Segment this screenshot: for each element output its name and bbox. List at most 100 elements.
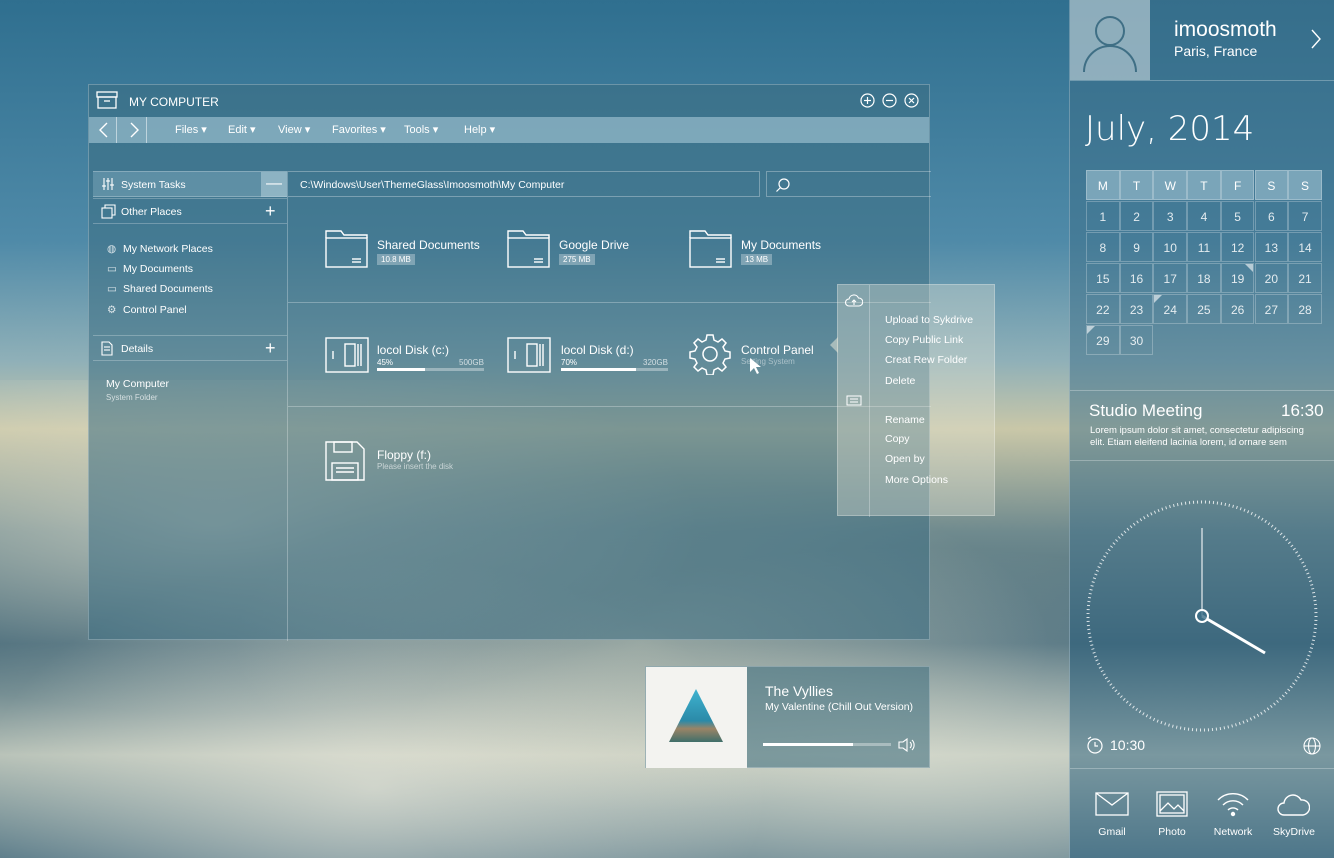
title-bar[interactable]: MY COMPUTER	[89, 85, 929, 117]
sidebar-item-network[interactable]: ◍ My Network Places	[107, 243, 213, 255]
other-places-header[interactable]: Other Places +	[93, 198, 287, 224]
calendar-date[interactable]: 27	[1254, 294, 1289, 324]
music-progress[interactable]	[763, 743, 891, 746]
cloud-upload-icon	[845, 294, 863, 308]
context-menu: Upload to Sykdrive Copy Public Link Crea…	[830, 284, 995, 517]
calendar-date[interactable]: 2	[1119, 201, 1154, 231]
menu-item-delete[interactable]: Delete	[885, 375, 915, 387]
other-places-label: Other Places	[121, 206, 182, 218]
menu-item-new-folder[interactable]: Creat Rew Folder	[885, 354, 967, 366]
side-panel: imoosmoth Paris, France July, 2014 MTWTF…	[1069, 0, 1334, 858]
calendar-date[interactable]: 28	[1288, 294, 1322, 324]
sidebar-item-control-panel[interactable]: ⚙ Control Panel	[107, 304, 187, 316]
calendar-date[interactable]: 19	[1220, 263, 1255, 293]
calendar-date[interactable]: 11	[1187, 232, 1221, 262]
menu-view[interactable]: View ▾	[278, 123, 310, 136]
alarm-icon	[1086, 736, 1104, 754]
menu-pointer	[830, 337, 838, 353]
calendar-date[interactable]: 20	[1254, 263, 1289, 293]
calendar-date[interactable]: 9	[1119, 232, 1154, 262]
menu-item-copy-link[interactable]: Copy Public Link	[885, 334, 963, 346]
floppy-item[interactable]: Floppy (f:) Please insert the disk	[325, 441, 453, 481]
cursor-icon	[749, 357, 763, 375]
menu-item-upload[interactable]: Upload to Sykdrive	[885, 314, 973, 326]
avatar[interactable]	[1070, 0, 1150, 80]
local-disk-c-item[interactable]: locol Disk (c:) 45% 500GB	[325, 337, 484, 373]
calendar-date[interactable]: 17	[1153, 263, 1188, 293]
calendar-date[interactable]: 12	[1220, 232, 1255, 262]
calendar-date[interactable]: 25	[1187, 294, 1221, 324]
calendar-date[interactable]: 5	[1220, 201, 1255, 231]
expand-icon[interactable]: +	[265, 201, 276, 222]
details-header[interactable]: Details +	[93, 335, 287, 361]
calendar-day-header: M	[1086, 170, 1120, 200]
sidebar-item-shared-documents[interactable]: ▭ Shared Documents	[107, 283, 213, 295]
event-marker	[1087, 326, 1095, 334]
menu-help[interactable]: Help ▾	[464, 123, 495, 136]
mail-icon[interactable]	[1095, 792, 1129, 816]
back-button[interactable]	[91, 117, 117, 143]
menu-files[interactable]: Files ▾	[175, 123, 207, 136]
calendar-date[interactable]: 1	[1086, 201, 1120, 231]
menu-item-more-options[interactable]: More Options	[885, 474, 948, 486]
menu-favorites[interactable]: Favorites ▾	[332, 123, 386, 136]
system-tasks-label: System Tasks	[121, 179, 186, 191]
forward-button[interactable]	[121, 117, 147, 143]
calendar-date[interactable]: 18	[1187, 263, 1221, 293]
event-title: Studio Meeting	[1089, 401, 1203, 420]
menu-item-open-by[interactable]: Open by	[885, 453, 925, 465]
calendar-date[interactable]: 26	[1220, 294, 1255, 324]
calendar-date[interactable]: 23	[1119, 294, 1154, 324]
calendar-month: July, 2014	[1085, 109, 1255, 149]
wifi-icon[interactable]	[1216, 790, 1250, 818]
chevron-right-icon[interactable]	[1310, 28, 1322, 50]
address-bar[interactable]: C:\Windows\User\ThemeGlass\Imoosmoth\My …	[288, 171, 760, 197]
menu-tools[interactable]: Tools ▾	[404, 123, 438, 136]
search-input[interactable]	[766, 171, 931, 197]
calendar-date[interactable]: 6	[1254, 201, 1289, 231]
calendar-date[interactable]: 10	[1153, 232, 1188, 262]
volume-icon[interactable]	[898, 738, 916, 752]
close-icon[interactable]	[904, 93, 919, 108]
disk-used: 45%	[377, 358, 394, 367]
calendar-date[interactable]: 21	[1288, 263, 1322, 293]
calendar-date[interactable]: 13	[1254, 232, 1289, 262]
menu-item-copy[interactable]: Copy	[885, 433, 910, 445]
calendar-date[interactable]: 7	[1288, 201, 1322, 231]
sidebar-item-my-documents[interactable]: ▭ My Documents	[107, 263, 193, 275]
item-name: Floppy (f:)	[377, 448, 432, 462]
item-name: Control Panel	[741, 343, 814, 357]
disk-used: 70%	[561, 358, 578, 367]
album-art[interactable]	[646, 667, 747, 768]
calendar-date[interactable]: 15	[1086, 263, 1120, 293]
cloud-icon[interactable]	[1276, 791, 1310, 817]
calendar-date[interactable]: 22	[1086, 294, 1120, 324]
calendar-date[interactable]: 4	[1187, 201, 1221, 231]
maximize-icon[interactable]	[860, 93, 875, 108]
calendar-date[interactable]: 29	[1086, 325, 1120, 355]
calendar-date[interactable]: 30	[1119, 325, 1154, 355]
local-disk-d-item[interactable]: locol Disk (d:) 70% 320GB	[507, 337, 668, 373]
calendar-date[interactable]: 8	[1086, 232, 1120, 262]
calendar-day-header: W	[1153, 170, 1188, 200]
menu-item-rename[interactable]: Rename	[885, 414, 925, 426]
expand-icon[interactable]: +	[265, 338, 276, 359]
calendar-day-header: S	[1254, 170, 1289, 200]
minimize-icon[interactable]	[882, 93, 897, 108]
calendar-date[interactable]: 24	[1153, 294, 1188, 324]
item-size: 10.8 MB	[377, 254, 415, 265]
globe-icon: ◍	[107, 243, 117, 255]
globe-icon[interactable]	[1303, 737, 1321, 755]
system-tasks-header[interactable]: System Tasks —	[93, 171, 287, 197]
calendar-day-header: F	[1220, 170, 1255, 200]
calendar-date[interactable]: 16	[1119, 263, 1154, 293]
calendar-date[interactable]: 14	[1288, 232, 1322, 262]
my-computer-window[interactable]: MY COMPUTER Files ▾ Edit ▾ View ▾ Favori…	[88, 84, 931, 641]
user-location: Paris, France	[1174, 43, 1258, 59]
photo-icon[interactable]	[1156, 791, 1188, 817]
menu-edit[interactable]: Edit ▾	[228, 123, 256, 136]
details-label: Details	[121, 343, 154, 355]
gear-icon	[689, 333, 731, 375]
calendar-date[interactable]: 3	[1153, 201, 1188, 231]
collapse-icon[interactable]: —	[261, 172, 287, 197]
